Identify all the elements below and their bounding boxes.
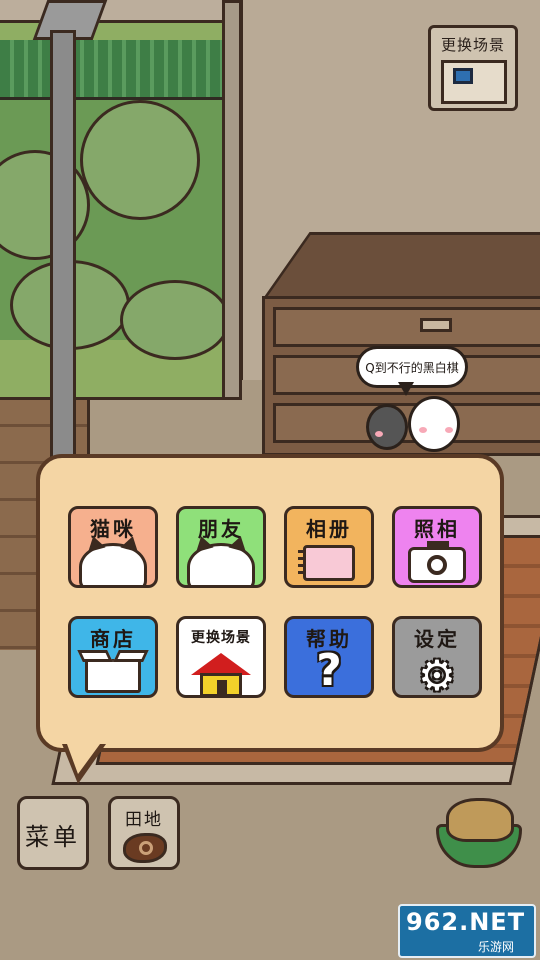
tile-shop[interactable]: 商店 (68, 616, 158, 698)
tile-help[interactable]: 帮助 ? (284, 616, 374, 698)
tile-shop-label: 商店 (90, 627, 136, 651)
tile-camera[interactable]: 照相 (392, 506, 482, 588)
window-post (222, 0, 242, 400)
white-sheep-character[interactable] (408, 396, 460, 452)
tile-friends[interactable]: 朋友 (176, 506, 266, 588)
field-button-label: 田地 (125, 810, 163, 830)
window-frame-post (50, 30, 76, 470)
soil-icon (123, 833, 167, 863)
dog-face-icon (187, 533, 255, 585)
blush (419, 427, 427, 433)
cat-food (446, 798, 514, 842)
black-sheep-character[interactable] (366, 404, 408, 450)
room-box-icon (441, 60, 507, 104)
house-body (200, 673, 242, 695)
camera-icon (408, 541, 466, 583)
speech-bubble-tail (398, 382, 414, 396)
tile-settings[interactable]: 设定 ⚙ (392, 616, 482, 698)
house-icon (191, 653, 251, 675)
drawer (273, 307, 540, 347)
window-icon (453, 68, 473, 84)
box-icon (77, 650, 149, 693)
menu-button[interactable]: 菜单 (17, 796, 89, 870)
tile-cats[interactable]: 猫咪 (68, 506, 158, 588)
dresser-top (262, 232, 540, 300)
question-icon: ? (316, 645, 342, 696)
tile-album[interactable]: 相册 (284, 506, 374, 588)
bush (80, 100, 200, 220)
field-button[interactable]: 田地 (108, 796, 180, 870)
tile-change-scene[interactable]: 更换场景 (176, 616, 266, 698)
change-scene-button[interactable]: 更换场景 (428, 25, 518, 111)
site-watermark: 962.NET 乐游网 (398, 904, 536, 958)
menu-panel: 猫咪 朋友 相册 照相 商店 更换场景 帮助 ? 设定 ⚙ (36, 454, 504, 752)
speech-bubble-text: Q到不行的黑白棋 (365, 360, 459, 375)
gear-icon: ⚙ (418, 651, 456, 698)
tile-change-scene-label: 更换场景 (191, 630, 251, 646)
blush (445, 427, 453, 433)
curtain-valance (0, 40, 230, 100)
watermark-subtitle: 乐游网 (478, 940, 515, 954)
cat-face-icon (79, 533, 147, 585)
bush (120, 280, 230, 360)
drawer-knob (420, 318, 452, 332)
tile-camera-label: 照相 (414, 517, 460, 541)
blush (375, 431, 383, 437)
watermark-brand: 962.NET (406, 908, 526, 936)
album-icon (298, 545, 355, 581)
tile-settings-label: 设定 (414, 627, 460, 651)
tile-album-label: 相册 (306, 517, 352, 541)
menu-button-label: 菜单 (25, 823, 81, 851)
menu-panel-tail-fill (67, 744, 100, 774)
change-scene-label: 更换场景 (440, 36, 505, 54)
